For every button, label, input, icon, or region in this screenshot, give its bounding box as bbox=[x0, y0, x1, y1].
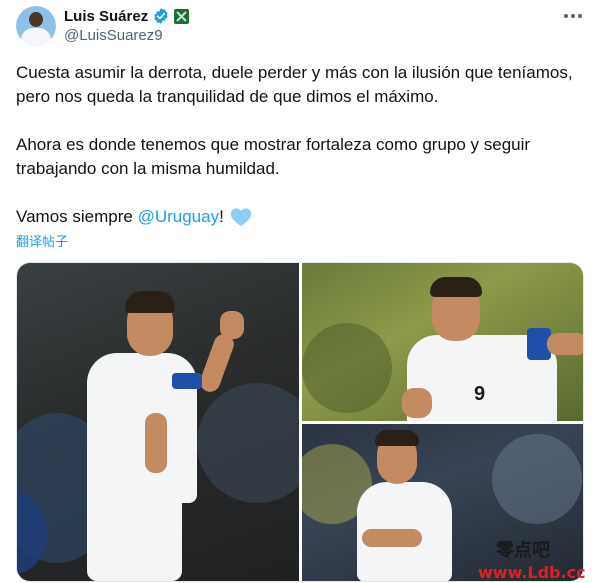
mention-link[interactable]: @Uruguay bbox=[138, 205, 220, 229]
verified-badge-icon bbox=[154, 8, 168, 24]
tweet-paragraph-3: Vamos siempre @Uruguay! bbox=[16, 205, 576, 229]
jersey-number: 9 bbox=[474, 383, 486, 405]
translate-post-link[interactable]: 翻译帖子 bbox=[16, 231, 68, 250]
affiliate-badge-icon[interactable] bbox=[174, 8, 190, 24]
tweet-paragraph-1: Cuesta asumir la derrota, duele perder y… bbox=[16, 63, 573, 106]
avatar-head bbox=[29, 12, 43, 27]
photo-player-number-9[interactable]: 9 bbox=[302, 263, 583, 421]
photo-player-pointing[interactable] bbox=[17, 263, 299, 581]
author-handle[interactable]: @LuisSuarez9 bbox=[64, 27, 163, 44]
author-name-row: Luis Suárez bbox=[64, 7, 190, 25]
tweet-card: Luis Suárez @LuisSuarez9 Cuesta asumir l… bbox=[0, 0, 600, 583]
watermark-text-2: www.Ldb.cc bbox=[478, 563, 586, 582]
tweet-paragraph-2: Ahora es donde tenemos que mostrar forta… bbox=[16, 135, 531, 178]
watermark-text-1: 零点吧 bbox=[496, 540, 550, 561]
avatar-shirt bbox=[21, 28, 51, 46]
avatar[interactable] bbox=[16, 6, 56, 46]
tweet-paragraph-3-prefix: Vamos siempre bbox=[16, 207, 138, 226]
more-options-icon[interactable] bbox=[561, 6, 585, 26]
photo-grid: 9 bbox=[16, 262, 584, 582]
author-display-name[interactable]: Luis Suárez bbox=[64, 8, 148, 25]
light-blue-heart-icon bbox=[230, 208, 251, 227]
tweet-paragraph-3-suffix: ! bbox=[219, 207, 224, 226]
